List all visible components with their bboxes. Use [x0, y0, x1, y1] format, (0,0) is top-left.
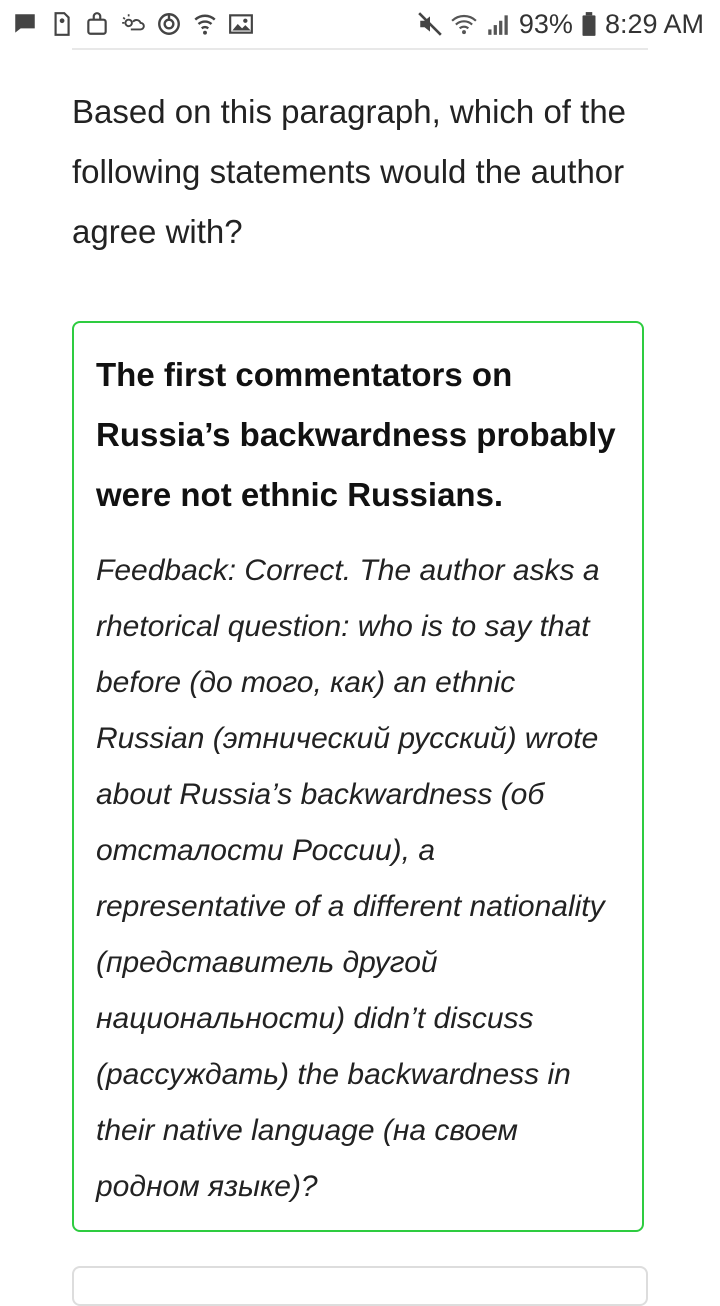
sync-icon — [156, 11, 182, 37]
wifi-icon — [451, 11, 477, 37]
answer-feedback: Feedback: Correct. The author asks a rhe… — [96, 554, 605, 1203]
question-text: Based on this paragraph, which of the fo… — [72, 93, 627, 250]
weather-icon — [120, 11, 146, 37]
signal-icon — [485, 11, 511, 37]
battery-icon — [581, 11, 597, 37]
sim-icon — [48, 11, 74, 37]
system-status: 93% 8:29 AM — [417, 8, 704, 40]
image-icon — [228, 11, 254, 37]
answer-title: The first commentators on Russia’s backw… — [96, 356, 616, 513]
mute-icon — [417, 11, 443, 37]
correct-answer-card[interactable]: The first commentators on Russia’s backw… — [72, 321, 644, 1232]
clock: 8:29 AM — [604, 8, 704, 39]
next-answer-card[interactable] — [72, 1266, 648, 1306]
wifi-call-icon — [192, 11, 218, 37]
bag-icon — [84, 11, 110, 37]
notification-icons — [12, 10, 254, 38]
header-divider — [72, 48, 648, 50]
battery-percent: 93% — [518, 8, 573, 39]
status-bar: 93% 8:29 AM — [0, 0, 720, 48]
message-icon — [12, 11, 38, 37]
